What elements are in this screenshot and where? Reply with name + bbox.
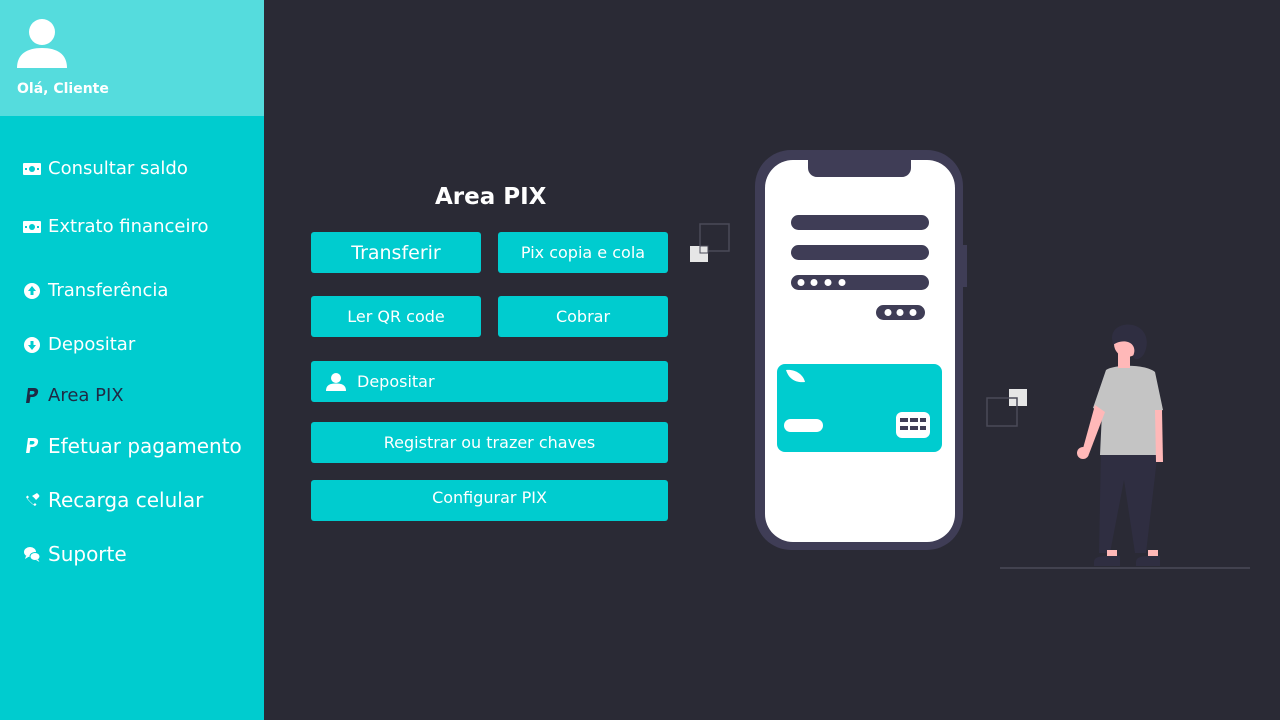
depositar-button-label: Depositar: [357, 372, 435, 391]
sidebar: Olá, Cliente Consultar saldo Extrato fin…: [0, 0, 264, 720]
sidebar-item-label: Efetuar pagamento: [48, 434, 242, 458]
user-icon: [326, 372, 346, 391]
sidebar-item-label: Area PIX: [48, 385, 124, 406]
ler-qr-code-button[interactable]: Ler QR code: [311, 296, 481, 337]
money-bill-icon: [23, 218, 41, 236]
phone-icon: [23, 491, 41, 509]
pix-copia-cola-button[interactable]: Pix copia e cola: [498, 232, 668, 273]
greeting-text: Olá, Cliente: [17, 81, 109, 97]
phone-graphic: [755, 150, 967, 550]
sidebar-item-area-pix[interactable]: Area PIX: [23, 385, 124, 406]
chat-bubbles-icon: [23, 545, 41, 563]
paypal-icon: [23, 387, 41, 405]
phone-person-illustration: [690, 150, 1250, 569]
sidebar-item-transferencia[interactable]: Transferência: [23, 280, 168, 301]
sidebar-item-depositar[interactable]: Depositar: [23, 334, 135, 355]
sidebar-item-label: Transferência: [48, 280, 169, 301]
arrow-circle-up-icon: [23, 282, 41, 300]
paypal-icon: [23, 437, 41, 455]
sidebar-item-consultar-saldo[interactable]: Consultar saldo: [23, 158, 188, 179]
registrar-chaves-button[interactable]: Registrar ou trazer chaves: [311, 422, 668, 463]
money-bill-icon: [23, 160, 41, 178]
person-graphic: [1077, 324, 1163, 566]
depositar-button[interactable]: Depositar: [311, 361, 668, 402]
sidebar-item-efetuar-pagamento[interactable]: Efetuar pagamento: [23, 434, 242, 458]
sidebar-item-recarga-celular[interactable]: Recarga celular: [23, 488, 203, 512]
transferir-button[interactable]: Transferir: [311, 232, 481, 273]
decorative-squares-right: [986, 389, 1027, 427]
arrow-circle-down-icon: [23, 336, 41, 354]
sidebar-header: Olá, Cliente: [0, 0, 264, 116]
cobrar-button[interactable]: Cobrar: [498, 296, 668, 337]
sidebar-item-label: Extrato financeiro: [48, 216, 209, 237]
sidebar-item-label: Recarga celular: [48, 488, 204, 512]
sidebar-item-suporte[interactable]: Suporte: [23, 542, 127, 566]
sidebar-item-label: Consultar saldo: [48, 158, 188, 179]
decorative-squares-left: [690, 223, 730, 262]
sidebar-item-extrato-financeiro[interactable]: Extrato financeiro: [23, 216, 208, 237]
sidebar-item-label: Suporte: [48, 542, 127, 566]
sidebar-item-label: Depositar: [48, 334, 136, 355]
configurar-pix-button[interactable]: Configurar PIX: [311, 480, 668, 521]
page-title: Area PIX: [435, 184, 547, 210]
user-avatar-icon: [17, 19, 67, 68]
